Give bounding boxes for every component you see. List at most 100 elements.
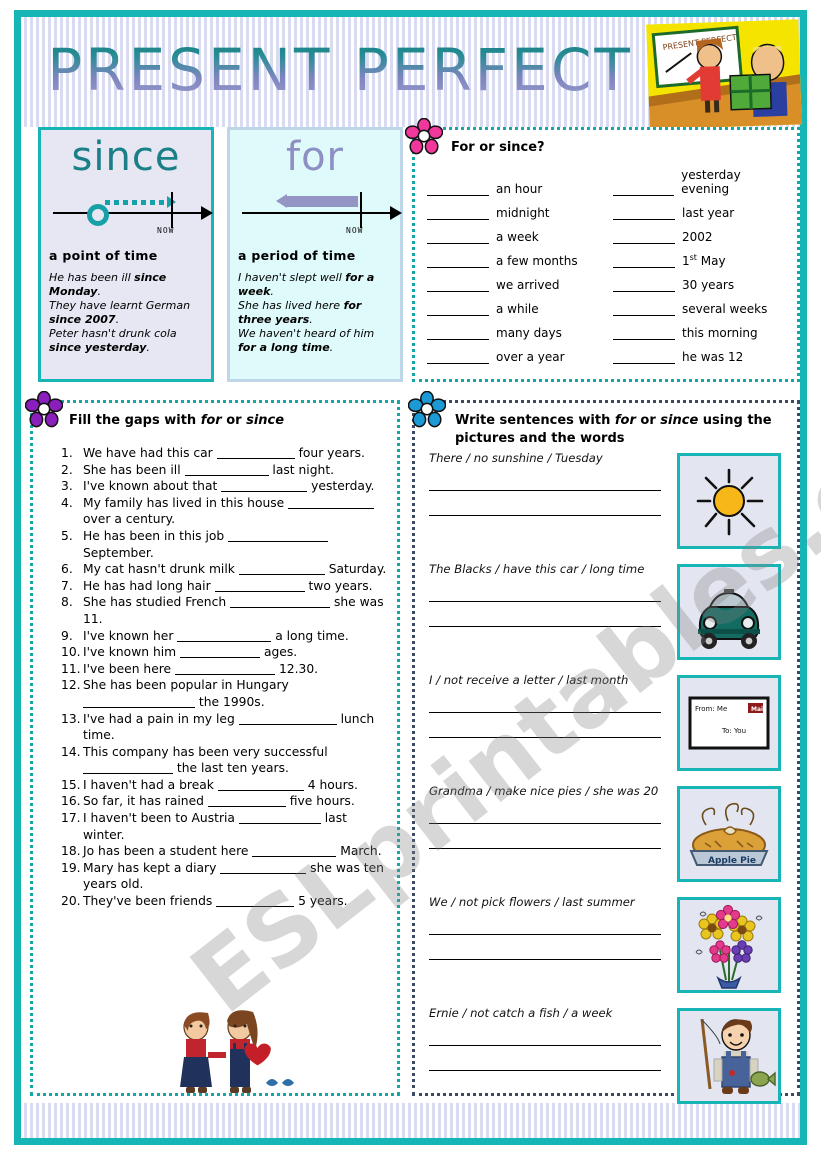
write-sentence-line[interactable] — [429, 1044, 661, 1046]
fill-gap-text: I've had a pain in my leg lunch time. — [83, 711, 391, 744]
for-ex-1-post: . — [270, 285, 274, 298]
fill-gap-number: 6. — [61, 562, 73, 577]
for-or-since-right-column: yesterday evening last year 2002 1st May… — [613, 168, 791, 364]
fill-gap-text: She has been popular in Hungary the 1990… — [83, 677, 391, 710]
fill-gap-blank[interactable] — [238, 562, 325, 576]
fos-blank[interactable] — [427, 350, 489, 364]
fos-label: 2002 — [682, 230, 713, 244]
for-ex-2-post: . — [309, 313, 313, 326]
fill-gap-suffix: ages. — [260, 645, 298, 660]
for-now-label: NOW — [346, 226, 364, 235]
fos-item: he was 12 — [613, 340, 791, 364]
fos-blank[interactable] — [427, 278, 489, 292]
fill-gap-item: 4. My family has lived in this house over… — [61, 495, 391, 528]
fill-gap-suffix: Saturday. — [324, 562, 387, 577]
fill-gap-text: She has been ill last night. — [83, 462, 391, 479]
fill-gap-blank[interactable] — [214, 579, 305, 592]
fos-blank[interactable] — [427, 326, 489, 340]
fill-gap-blank[interactable] — [230, 595, 331, 609]
fill-gap-blank[interactable] — [207, 794, 286, 808]
fill-gap-text: He has been in this job September. — [83, 528, 391, 561]
fos-blank[interactable] — [427, 182, 489, 196]
fill-gap-item: 16. So far, it has rained five hours. — [61, 793, 391, 810]
fill-gap-item: 14. This company has been very successful… — [61, 744, 391, 777]
fill-gap-prefix: I haven't had a break — [83, 777, 218, 792]
write-sentence-line[interactable] — [429, 822, 661, 824]
fos-blank[interactable] — [427, 230, 489, 244]
fill-gap-blank[interactable] — [216, 446, 295, 459]
fos-item: a week — [427, 220, 605, 244]
fill-gap-blank[interactable] — [221, 479, 308, 493]
fos-blank[interactable] — [427, 302, 489, 316]
fos-blank[interactable] — [613, 326, 675, 340]
fill-gap-item: 3. I've known about that yesterday. — [61, 478, 391, 495]
write-sentence-block: I / not receive a letter / last month — [429, 673, 661, 784]
write-sentence-line[interactable] — [429, 514, 661, 516]
fill-gap-number: 9. — [61, 628, 73, 643]
since-word: since — [71, 134, 181, 180]
fill-gap-text: He has had long hair two years. — [83, 578, 391, 595]
fill-gap-blank[interactable] — [184, 463, 269, 476]
fill-gap-text: This company has been very successful th… — [83, 744, 391, 777]
fos-label: a week — [496, 230, 539, 244]
fill-gap-item: 13. I've had a pain in my leg lunch time. — [61, 711, 391, 744]
fill-gap-blank[interactable] — [220, 861, 307, 874]
write-sentence-prompt: The Blacks / have this car / long time — [429, 562, 645, 576]
fill-gap-blank[interactable] — [217, 778, 304, 791]
for-or-since-heading: For or since? — [451, 140, 545, 155]
write-sentence-line[interactable] — [429, 600, 661, 602]
write-sentence-line[interactable] — [429, 711, 661, 713]
fill-gap-blank[interactable] — [252, 844, 337, 858]
write-sentence-line[interactable] — [429, 958, 661, 960]
fill-gap-item: 10. I've known him ages. — [61, 644, 391, 661]
fill-gap-suffix: four years. — [294, 446, 365, 460]
fill-gap-prefix: So far, it has rained — [83, 794, 208, 809]
write-sentence-line[interactable] — [429, 489, 661, 491]
fill-gap-blank[interactable] — [180, 645, 261, 659]
envelope-from-label: From: Me — [695, 705, 727, 713]
fill-gap-blank[interactable] — [238, 811, 321, 825]
write-sentence-block: We / not pick flowers / last summer — [429, 895, 661, 1006]
fos-blank[interactable] — [427, 254, 489, 268]
fill-gap-suffix: a long time. — [271, 628, 349, 643]
fill-gap-prefix: I've known her — [83, 628, 178, 643]
fos-blank[interactable] — [613, 230, 675, 244]
fill-gap-blank[interactable] — [83, 761, 173, 775]
fill-gap-blank[interactable] — [228, 529, 329, 542]
fill-gap-prefix: She has been ill — [83, 462, 185, 477]
fill-gap-number: 18. — [61, 844, 81, 859]
write-sentence-prompt: Ernie / not catch a fish / a week — [429, 1006, 613, 1020]
write-sentence-line[interactable] — [429, 736, 661, 738]
fill-gap-text: My cat hasn't drunk milk Saturday. — [83, 561, 391, 578]
fos-blank[interactable] — [613, 206, 675, 220]
fill-gap-number: 20. — [61, 894, 81, 909]
write-sentence-block: Grandma / make nice pies / she was 20 — [429, 784, 661, 895]
fill-gap-prefix: She has been popular in Hungary — [83, 678, 289, 693]
since-ex-2-bold: since 2007 — [49, 313, 116, 326]
fill-gap-item: 15. I haven't had a break 4 hours. — [61, 777, 391, 794]
fill-gap-item: 1. We have had this car four years. — [61, 445, 391, 462]
fill-gap-number: 17. — [61, 811, 81, 826]
fos-blank[interactable] — [613, 278, 675, 292]
fos-blank[interactable] — [613, 350, 675, 364]
fill-gap-blank[interactable] — [288, 496, 375, 509]
fill-gap-blank[interactable] — [177, 629, 272, 642]
fill-gap-blank[interactable] — [238, 712, 337, 725]
fos-blank[interactable] — [613, 302, 675, 316]
fos-blank[interactable] — [613, 182, 675, 196]
fill-gap-suffix: over a century. — [83, 512, 175, 527]
fos-blank[interactable] — [427, 206, 489, 220]
write-sentence-line[interactable] — [429, 625, 661, 627]
write-sentence-line[interactable] — [429, 847, 661, 849]
fill-gap-number: 3. — [61, 479, 73, 494]
write-sentence-line[interactable] — [429, 933, 661, 935]
fill-gap-blank[interactable] — [216, 894, 295, 908]
fill-gap-prefix: I've known about that — [83, 479, 222, 494]
fos-label-1st-may: 1st May — [682, 253, 726, 268]
fill-gap-number: 12. — [61, 678, 81, 693]
fill-gap-blank[interactable] — [175, 662, 276, 675]
fos-blank[interactable] — [613, 254, 675, 268]
for-or-since-columns: an hour midnight a week a few months we … — [427, 168, 791, 364]
fill-gap-blank[interactable] — [83, 695, 195, 708]
write-sentence-line[interactable] — [429, 1069, 661, 1071]
